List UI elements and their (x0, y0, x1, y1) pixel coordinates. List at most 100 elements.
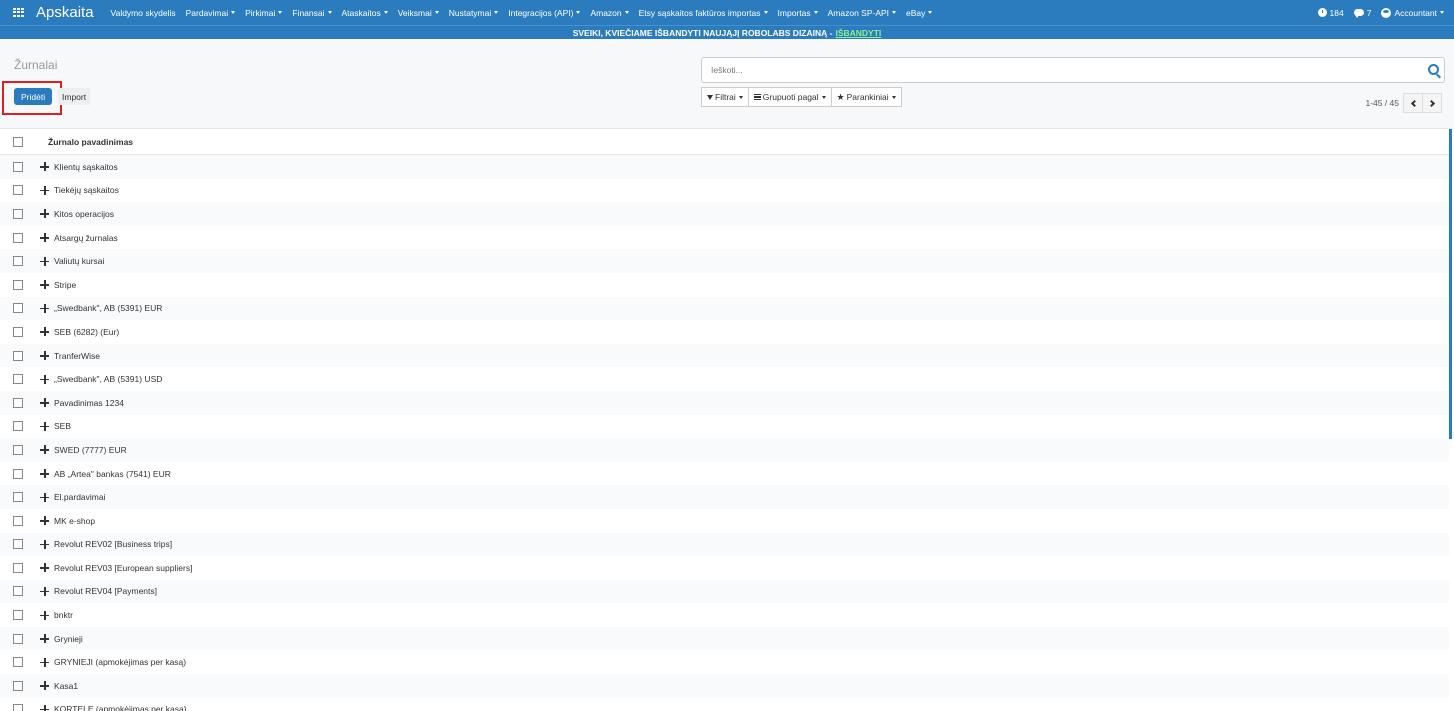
menu-item[interactable]: Finansai (287, 0, 336, 25)
scrollbar[interactable] (1449, 129, 1452, 439)
table-row[interactable]: AB „Artea" bankas (7541) EUR (0, 462, 1449, 486)
move-icon[interactable] (40, 445, 49, 455)
table-row[interactable]: Kitos operacijos (0, 202, 1449, 226)
menu-item[interactable]: Ataskaitos (337, 0, 393, 25)
move-icon[interactable] (40, 492, 49, 502)
row-checkbox[interactable] (13, 562, 23, 573)
move-icon[interactable] (40, 539, 49, 549)
move-icon[interactable] (40, 374, 49, 384)
table-row[interactable]: Stripe (0, 273, 1449, 297)
move-icon[interactable] (40, 469, 49, 479)
table-row[interactable]: Tiekėjų sąskaitos (0, 179, 1449, 203)
table-row[interactable]: KORTELE (apmokėjimas per kasą) (0, 698, 1449, 711)
search-input[interactable] (702, 58, 1402, 82)
move-icon[interactable] (40, 634, 49, 644)
row-checkbox[interactable] (13, 515, 23, 526)
table-row[interactable]: Revolut REV02 [Business trips] (0, 532, 1449, 557)
row-checkbox[interactable] (13, 397, 23, 408)
move-icon[interactable] (40, 209, 49, 219)
apps-icon[interactable] (13, 7, 25, 18)
move-icon[interactable] (40, 280, 49, 290)
menu-item[interactable]: Pirkimai (240, 0, 287, 25)
table-row[interactable]: Grynieji (0, 626, 1449, 651)
row-checkbox[interactable] (13, 633, 23, 644)
menu-item[interactable]: Pardavimai (181, 0, 241, 25)
column-header-name[interactable]: Žurnalo pavadinimas (48, 137, 133, 147)
row-checkbox[interactable] (13, 232, 23, 243)
menu-item[interactable]: Nustatymai (444, 0, 504, 25)
menu-item[interactable]: Amazon (585, 0, 633, 25)
move-icon[interactable] (40, 704, 49, 711)
table-row[interactable]: bnktr (0, 603, 1449, 627)
banner-try-link[interactable]: IŠBANDYTI (835, 28, 881, 38)
row-checkbox[interactable] (13, 610, 23, 621)
menu-item[interactable]: eBay (901, 0, 937, 25)
move-icon[interactable] (40, 516, 49, 526)
row-checkbox[interactable] (13, 539, 23, 550)
table-row[interactable]: GRYNIEJI (apmokėjimas per kasą) (0, 650, 1449, 674)
pager-previous-button[interactable] (1403, 93, 1423, 113)
row-checkbox[interactable] (13, 208, 23, 219)
row-checkbox[interactable] (13, 657, 23, 668)
row-checkbox[interactable] (13, 586, 23, 597)
row-checkbox[interactable] (13, 704, 23, 711)
messages-button[interactable]: 7 (1353, 8, 1371, 18)
menu-item[interactable]: Veiksmai (393, 0, 444, 25)
move-icon[interactable] (40, 681, 49, 691)
filters-button[interactable]: Filtrai (701, 87, 749, 107)
row-checkbox[interactable] (13, 161, 23, 172)
move-icon[interactable] (40, 162, 49, 172)
menu-item[interactable]: Importas (773, 0, 823, 25)
add-button[interactable]: Pridėti (14, 88, 53, 105)
search-icon[interactable] (1428, 64, 1439, 75)
menu-item[interactable]: Valdymo skydelis (106, 0, 181, 25)
favorites-button[interactable]: ★ Parankiniai (830, 87, 902, 107)
table-row[interactable]: SEB (6282) (Eur) (0, 320, 1449, 344)
import-button[interactable]: Import (58, 88, 91, 105)
row-checkbox[interactable] (13, 303, 23, 314)
move-icon[interactable] (40, 421, 49, 431)
move-icon[interactable] (40, 398, 49, 408)
move-icon[interactable] (40, 233, 49, 243)
move-icon[interactable] (40, 351, 49, 361)
group-by-button[interactable]: Grupuoti pagal (747, 87, 832, 107)
row-checkbox[interactable] (13, 680, 23, 691)
row-checkbox[interactable] (13, 326, 23, 337)
app-title[interactable]: Apskaita (36, 4, 94, 21)
table-row[interactable]: El.pardavimai (0, 485, 1449, 509)
menu-item[interactable]: Amazon SP-API (823, 0, 901, 25)
table-row[interactable]: Klientų sąskaitos (0, 155, 1449, 179)
move-icon[interactable] (40, 256, 49, 266)
table-row[interactable]: SWED (7777) EUR (0, 438, 1449, 462)
row-checkbox[interactable] (13, 256, 23, 267)
table-row[interactable]: Pavadinimas 1234 (0, 390, 1449, 415)
row-checkbox[interactable] (13, 468, 23, 479)
row-checkbox[interactable] (13, 185, 23, 196)
menu-item[interactable]: Etsy sąskaitos faktūros importas (634, 0, 773, 25)
row-checkbox[interactable] (13, 492, 23, 503)
table-row[interactable]: SEB (0, 415, 1449, 439)
table-row[interactable]: Revolut REV04 [Payments] (0, 579, 1449, 604)
move-icon[interactable] (40, 586, 49, 596)
row-checkbox[interactable] (13, 279, 23, 290)
table-row[interactable]: Valiutų kursai (0, 249, 1449, 273)
user-menu[interactable]: Accountant (1381, 7, 1444, 18)
menu-item[interactable]: Integracijos (API) (503, 0, 585, 25)
select-all-checkbox[interactable] (13, 136, 23, 147)
table-row[interactable]: MK e-shop (0, 509, 1449, 533)
row-checkbox[interactable] (13, 350, 23, 361)
table-row[interactable]: Kasa1 (0, 674, 1449, 698)
move-icon[interactable] (40, 185, 49, 195)
row-checkbox[interactable] (13, 374, 23, 385)
table-row[interactable]: „Swedbank", AB (5391) USD (0, 367, 1449, 391)
row-checkbox[interactable] (13, 421, 23, 432)
move-icon[interactable] (40, 327, 49, 337)
pager-value[interactable]: 1-45 / 45 (1365, 98, 1399, 108)
table-row[interactable]: Atsargų žurnalas (0, 226, 1449, 250)
move-icon[interactable] (40, 303, 49, 313)
table-row[interactable]: TranferWise (0, 343, 1449, 368)
row-checkbox[interactable] (13, 444, 23, 455)
move-icon[interactable] (40, 563, 49, 573)
pager-next-button[interactable] (1422, 93, 1442, 113)
table-row[interactable]: Revolut REV03 [European suppliers] (0, 556, 1449, 580)
